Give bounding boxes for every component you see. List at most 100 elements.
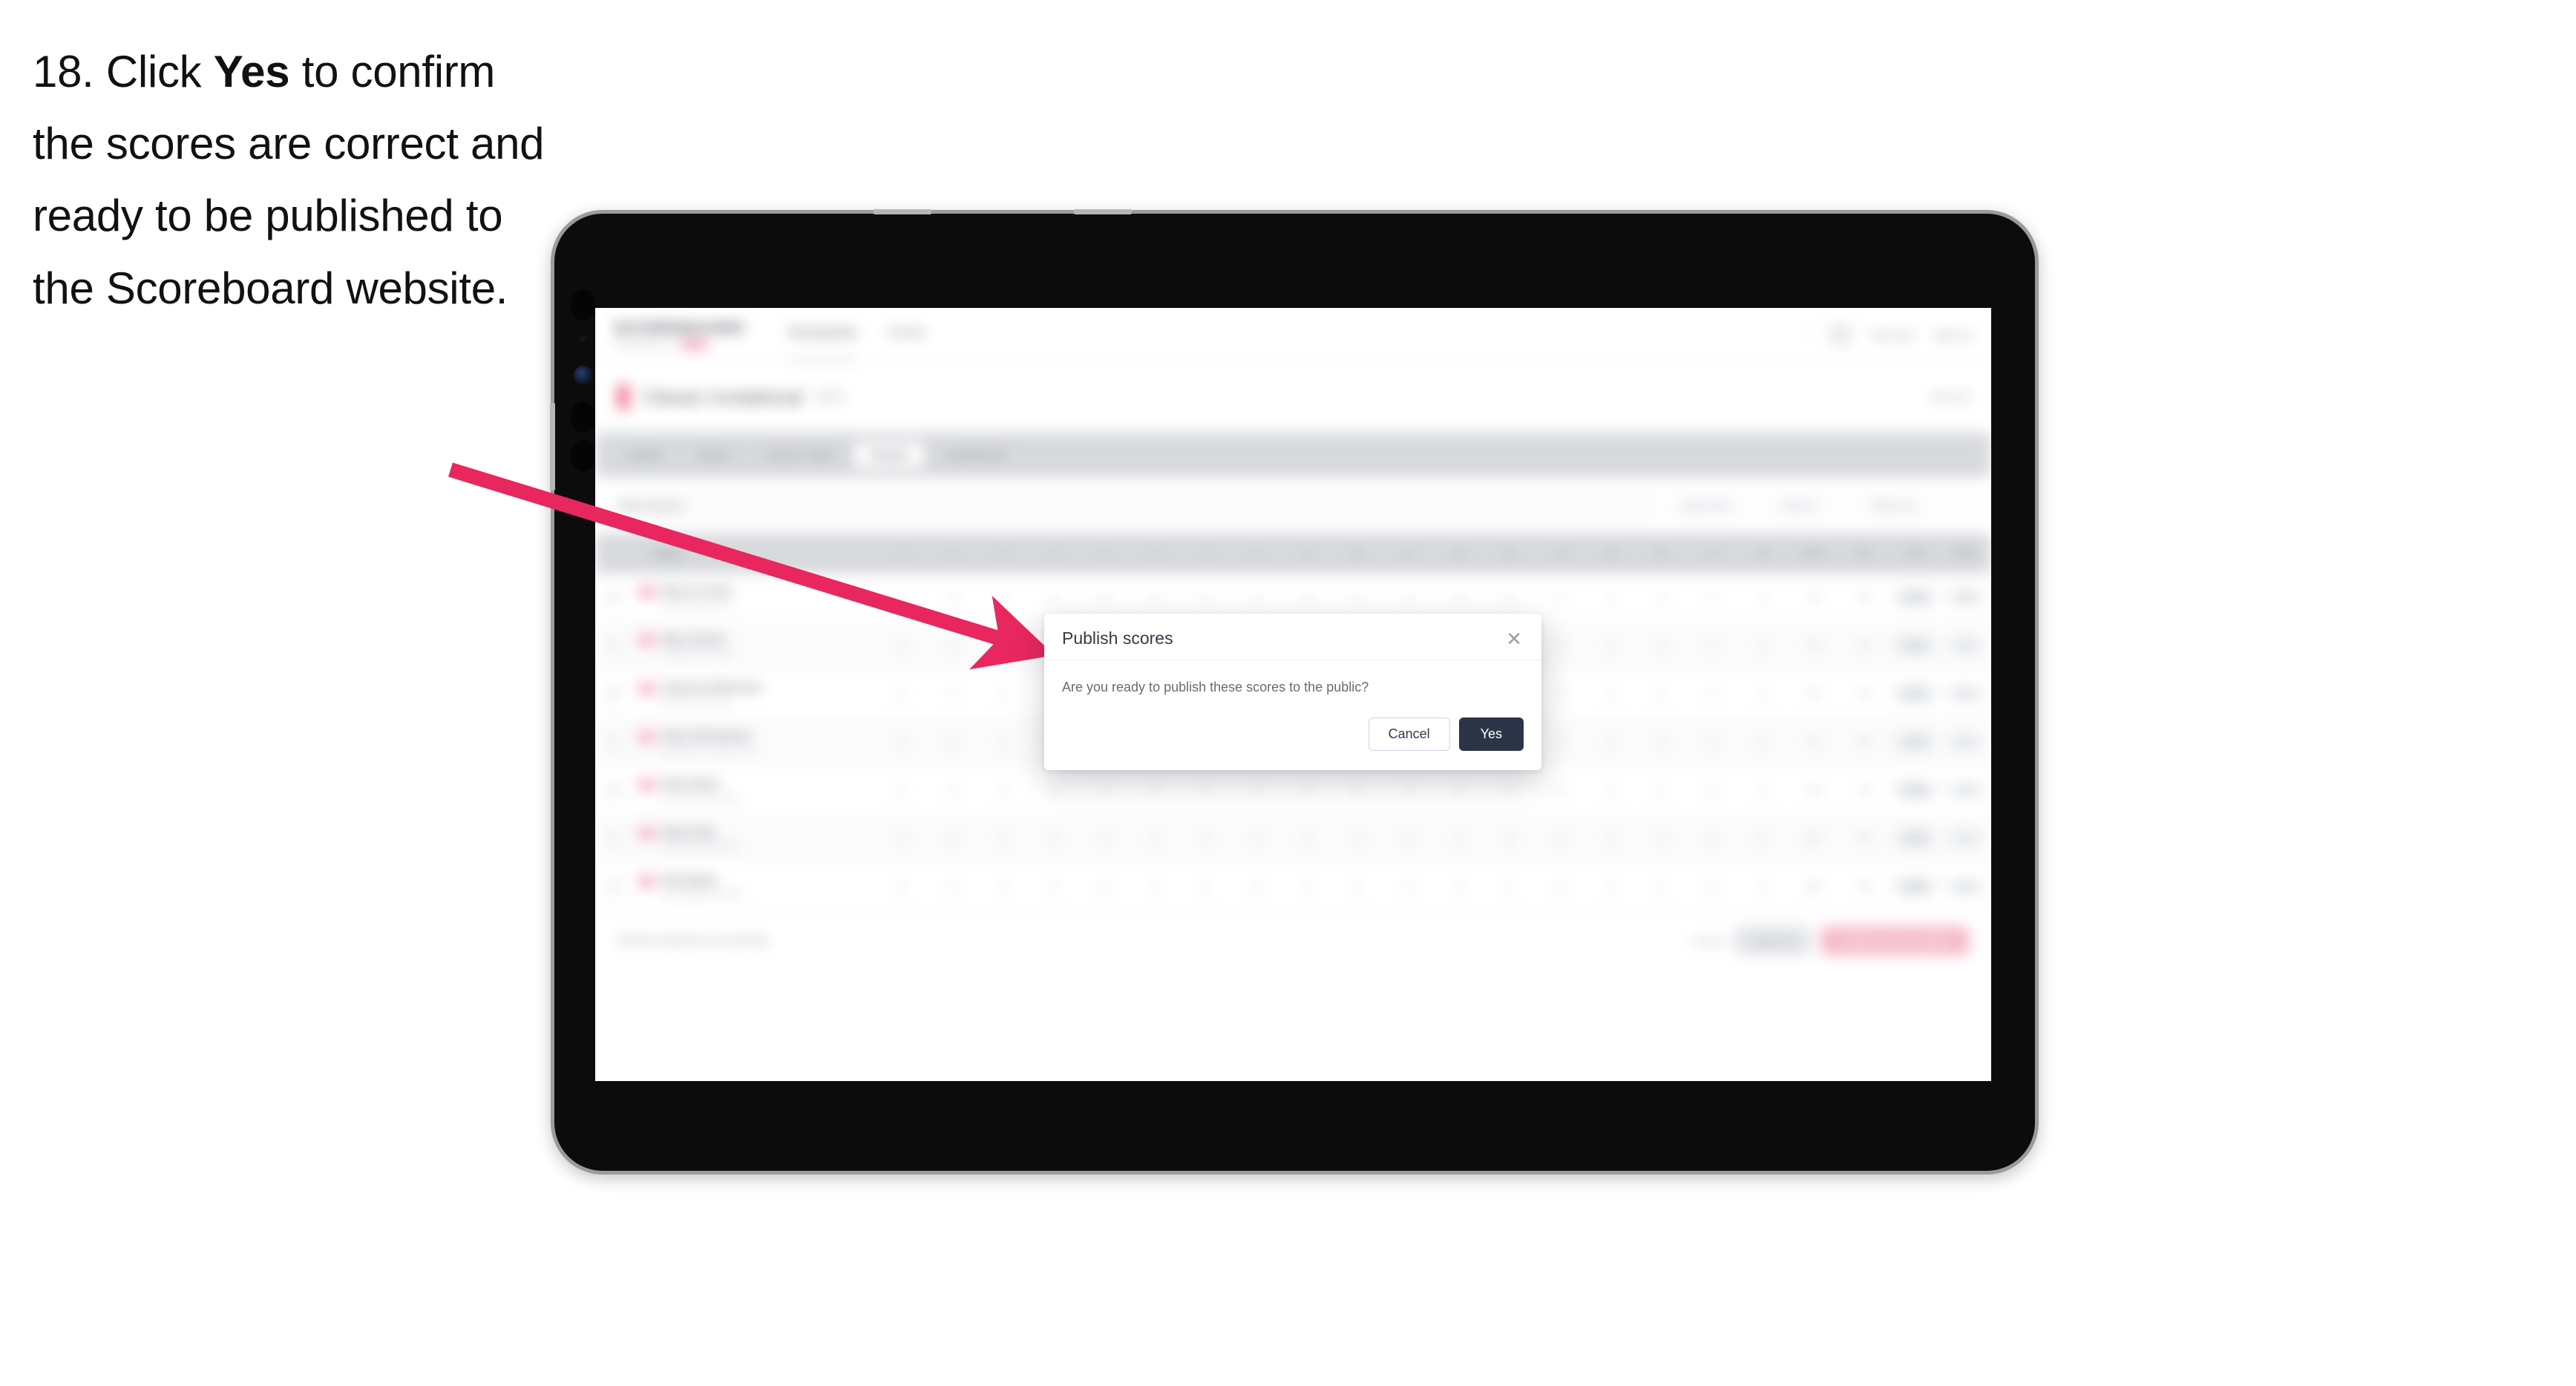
row-checkbox[interactable] — [595, 862, 633, 911]
score-cell[interactable]: 5 — [1332, 766, 1384, 815]
score-cell[interactable]: 5 — [1433, 766, 1485, 815]
score-cell[interactable]: 4 — [1231, 814, 1282, 863]
score-cell[interactable]: 5 — [1687, 621, 1738, 670]
score-cell[interactable]: 4 — [1433, 814, 1485, 863]
score-cell[interactable]: 4 — [1687, 814, 1738, 863]
score-cell[interactable]: 5 — [1737, 814, 1789, 863]
row-checkbox[interactable] — [595, 621, 633, 670]
save-all-button[interactable]: Save all — [1735, 926, 1811, 955]
score-cell[interactable]: 4 — [1636, 862, 1688, 911]
score-cell[interactable]: 4 — [1130, 862, 1182, 911]
score-cell[interactable]: 4 — [1687, 717, 1738, 766]
table-header-select-all[interactable] — [595, 533, 633, 574]
score-cell[interactable]: 4 — [927, 669, 979, 718]
score-cell[interactable]: 4 — [1535, 717, 1587, 766]
row-checkbox[interactable] — [595, 574, 633, 622]
brand-logo[interactable]: SCOREBOARD POWERED BY BETA — [614, 320, 745, 349]
score-cell[interactable]: 5 — [1687, 862, 1738, 911]
score-cell[interactable]: 4 — [1484, 766, 1536, 815]
page-title-action[interactable]: View all — [1931, 391, 1969, 404]
score-cell[interactable]: 4 — [1737, 862, 1789, 911]
nav-link-tournaments[interactable]: Tournaments — [787, 326, 856, 361]
score-cell[interactable]: 4 — [1484, 862, 1536, 911]
nav-link-events[interactable]: Events — [889, 326, 925, 343]
row-checkbox[interactable] — [595, 669, 633, 718]
score-cell[interactable]: 4 — [1585, 669, 1637, 718]
score-cell[interactable]: 5 — [927, 766, 979, 815]
filter-table-only[interactable]: Table only — [1852, 493, 1935, 518]
score-cell[interactable]: 5 — [1130, 814, 1182, 863]
score-cell[interactable]: 5 — [1029, 814, 1080, 863]
score-cell[interactable]: 4 — [1636, 621, 1688, 670]
score-cell[interactable]: 5 — [1535, 669, 1587, 718]
score-cell[interactable]: 5 — [1737, 574, 1789, 622]
score-cell[interactable]: 5 — [927, 717, 979, 766]
modal-yes-button[interactable]: Yes — [1458, 717, 1524, 751]
score-cell[interactable]: 4 — [1737, 669, 1789, 718]
score-cell[interactable]: 5 — [1737, 717, 1789, 766]
score-cell[interactable]: 5 — [927, 814, 979, 863]
row-checkbox[interactable] — [595, 814, 633, 863]
score-cell[interactable]: 4 — [1079, 814, 1131, 863]
publish-scores-button[interactable]: Publish scores to public — [1820, 926, 1969, 955]
score-cell[interactable]: 5 — [1231, 862, 1282, 911]
tab-courts-order[interactable]: Courts / Order — [748, 442, 851, 468]
score-cell[interactable]: 5 — [1484, 814, 1536, 863]
table-row[interactable]: Nick Bailey Stonebridge Golf Club 5 4 5 5 5 4 5 5… — [595, 862, 1991, 911]
row-checkbox[interactable] — [595, 717, 633, 766]
score-cell[interactable]: 5 — [1585, 717, 1637, 766]
score-cell[interactable]: 4 — [1029, 766, 1080, 815]
score-cell[interactable]: 5 — [1079, 862, 1131, 911]
score-cell[interactable]: 4 — [876, 766, 928, 815]
score-cell[interactable]: 5 — [977, 669, 1029, 718]
score-cell[interactable]: 3 — [1636, 574, 1688, 622]
score-cell[interactable]: 5 — [1029, 862, 1080, 911]
score-cell[interactable]: 5 — [876, 717, 928, 766]
score-cell[interactable]: 4 — [1585, 814, 1637, 863]
tab-leaderboard[interactable]: Leaderboard — [927, 442, 1023, 468]
filter-round[interactable]: Round 1 — [1758, 493, 1841, 518]
nav-signout-link[interactable]: Sign out — [1934, 329, 1972, 341]
filter-settings-icon[interactable] — [1945, 493, 1970, 518]
score-cell[interactable]: 4 — [1282, 862, 1333, 911]
score-cell[interactable]: 4 — [977, 621, 1029, 670]
score-cell[interactable]: 3 — [977, 574, 1029, 622]
score-cell[interactable]: 5 — [1332, 862, 1384, 911]
score-cell[interactable]: 4 — [1535, 766, 1587, 815]
nav-user-label[interactable]: Test User — [1871, 329, 1915, 341]
score-cell[interactable]: 5 — [1585, 766, 1637, 815]
score-cell[interactable]: 4 — [1636, 766, 1688, 815]
score-cell[interactable]: 5 — [1180, 814, 1232, 863]
score-cell[interactable]: 3 — [1535, 621, 1587, 670]
score-cell[interactable]: 4 — [1636, 669, 1688, 718]
score-cell[interactable]: 4 — [927, 862, 979, 911]
score-cell[interactable]: 4 — [1282, 766, 1333, 815]
score-cell[interactable]: 5 — [1383, 814, 1435, 863]
score-cell[interactable]: 4 — [876, 574, 928, 622]
score-cell[interactable]: 4 — [977, 814, 1029, 863]
score-cell[interactable]: 5 — [927, 574, 979, 622]
score-cell[interactable]: 4 — [876, 669, 928, 718]
close-icon[interactable]: ✕ — [1504, 629, 1524, 648]
score-cell[interactable]: 4 — [1383, 766, 1435, 815]
score-cell[interactable]: 4 — [1737, 621, 1789, 670]
score-cell[interactable]: 4 — [1383, 862, 1435, 911]
avatar[interactable] — [1829, 323, 1852, 346]
filter-play-format[interactable]: Play format — [1665, 493, 1748, 518]
score-cell[interactable]: 4 — [977, 717, 1029, 766]
table-row[interactable]: Ryan Kelly Northbrook Golf Club 5 5 4 5 4 5 5 4 5 4… — [595, 814, 1991, 863]
score-cell[interactable]: 5 — [876, 814, 928, 863]
tab-draws[interactable]: Draws — [681, 442, 746, 468]
score-cell[interactable]: 4 — [1687, 669, 1738, 718]
score-cell[interactable]: 4 — [1737, 766, 1789, 815]
score-cell[interactable]: 5 — [876, 621, 928, 670]
score-cell[interactable]: 5 — [1687, 766, 1738, 815]
table-row[interactable]: Ethan Ward Greenfields Golf Club 4 5 5 4 5 5 4 4 4… — [595, 766, 1991, 815]
score-cell[interactable]: 5 — [1282, 814, 1333, 863]
score-cell[interactable]: 5 — [1433, 862, 1485, 911]
cancel-button[interactable]: Cancel — [1693, 935, 1725, 947]
score-cell[interactable]: 4 — [927, 621, 979, 670]
modal-cancel-button[interactable]: Cancel — [1368, 717, 1450, 751]
score-cell[interactable]: 5 — [1079, 766, 1131, 815]
row-checkbox[interactable] — [595, 766, 633, 815]
